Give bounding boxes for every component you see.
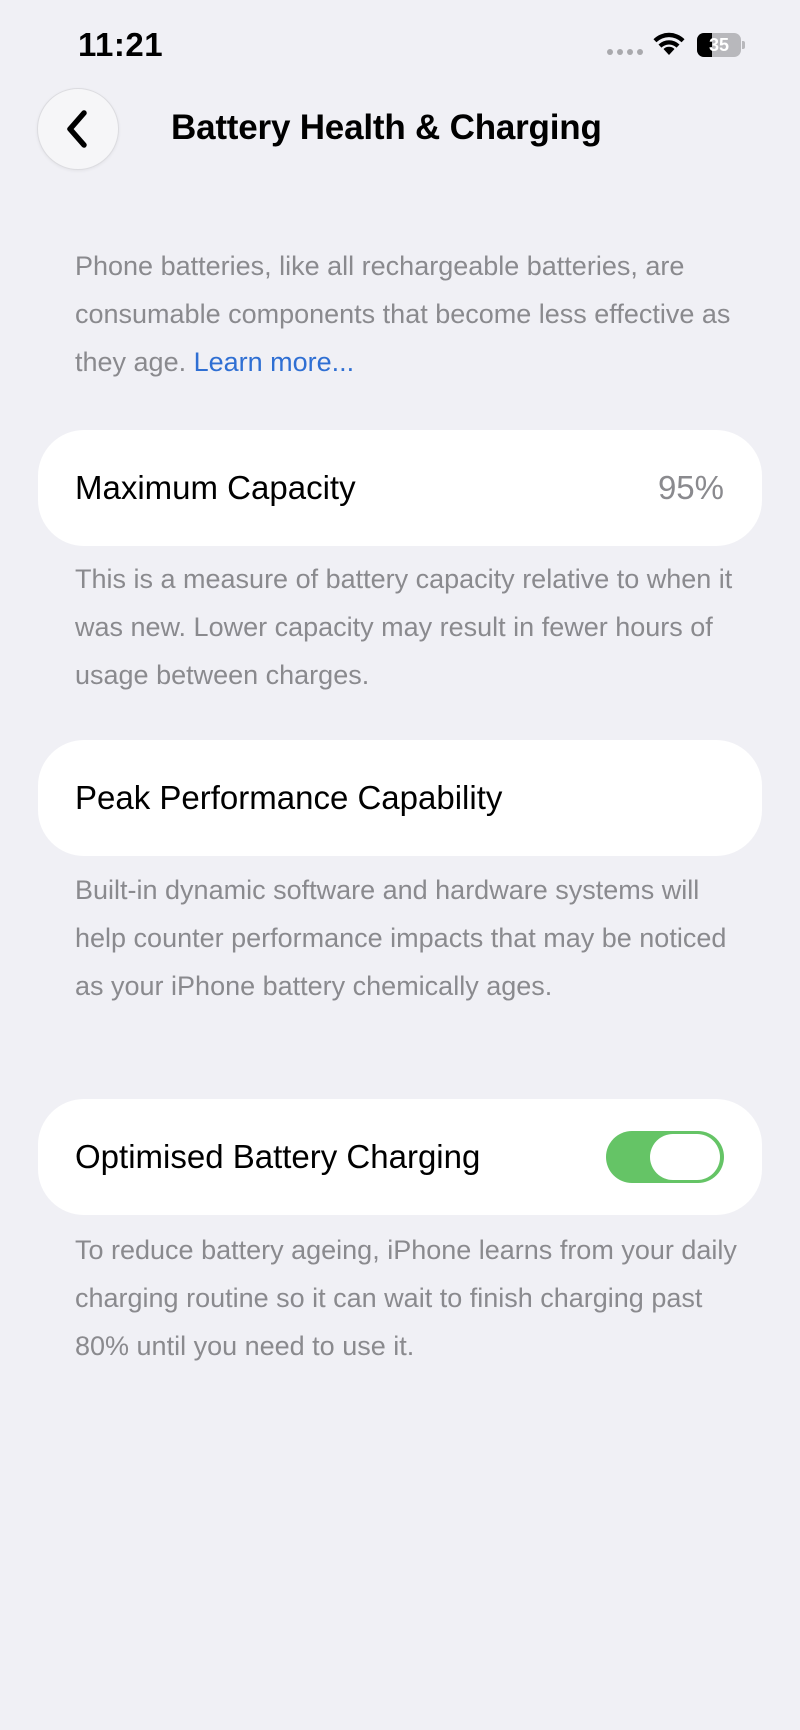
maximum-capacity-description: This is a measure of battery capacity re… — [75, 564, 733, 690]
optimised-charging-row: Optimised Battery Charging — [38, 1099, 762, 1215]
status-bar: 11:21 35 — [0, 0, 800, 90]
intro-text: Phone batteries, like all rechargeable b… — [75, 251, 731, 377]
intro-description: Phone batteries, like all rechargeable b… — [75, 242, 745, 386]
maximum-capacity-value: 95% — [657, 469, 724, 506]
battery-level-text: 35 — [708, 35, 730, 55]
status-time: 11:21 — [78, 26, 164, 63]
peak-performance-label: Peak Performance Capability — [75, 779, 503, 816]
optimised-charging-toggle[interactable] — [606, 1131, 724, 1183]
peak-performance-row: Peak Performance Capability — [38, 740, 762, 856]
page-title: Battery Health & Charging — [171, 108, 602, 147]
optimised-charging-description: To reduce battery ageing, iPhone learns … — [75, 1235, 737, 1361]
battery-icon: 35 — [697, 33, 745, 57]
maximum-capacity-row: Maximum Capacity 95% — [38, 430, 762, 546]
learn-more-link[interactable]: Learn more... — [194, 347, 355, 377]
toggle-knob — [650, 1134, 720, 1180]
peak-performance-description: Built-in dynamic software and hardware s… — [75, 875, 727, 1001]
optimised-charging-label: Optimised Battery Charging — [75, 1138, 481, 1175]
wifi-icon — [653, 32, 685, 55]
chevron-left-icon — [67, 110, 87, 148]
back-button[interactable] — [37, 88, 119, 170]
maximum-capacity-label: Maximum Capacity — [75, 469, 356, 506]
cellular-signal-icon — [607, 49, 643, 55]
